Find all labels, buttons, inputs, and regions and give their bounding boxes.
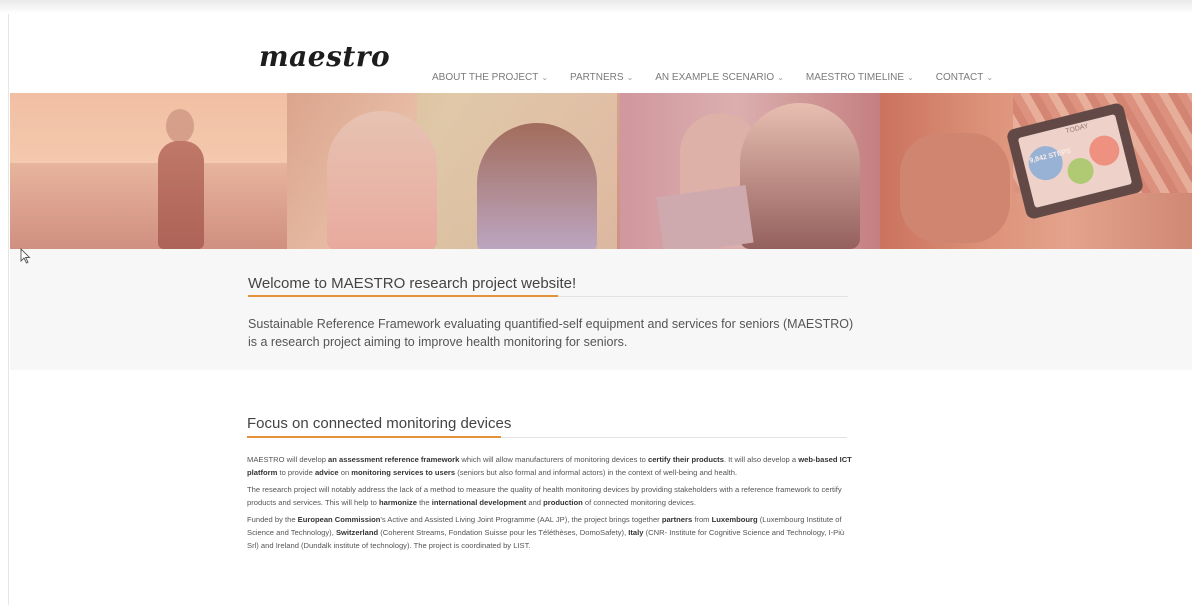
text-run: which will allow manufacturers of monito… xyxy=(459,455,648,464)
nav-label: AN EXAMPLE SCENARIO xyxy=(655,72,775,83)
photo-tint xyxy=(287,93,620,249)
nav-item-about-the-project[interactable]: ABOUT THE PROJECT ⌄ xyxy=(432,72,548,83)
focus-divider xyxy=(247,436,847,438)
welcome-section: Welcome to MAESTRO research project webs… xyxy=(10,249,1192,370)
main-nav: ABOUT THE PROJECT ⌄ PARTNERS ⌄ AN EXAMPLE … xyxy=(432,72,1015,83)
nav-label: PARTNERS xyxy=(570,72,624,83)
mouse-cursor-icon xyxy=(20,248,31,264)
bold-text-run: certify their products xyxy=(647,455,724,464)
browser-top-shadow xyxy=(0,0,1192,14)
nav-label: ABOUT THE PROJECT xyxy=(432,72,539,83)
text-run: (Coherent Streams, Fondation Suisse pour… xyxy=(378,527,629,537)
nav-item-example-scenario[interactable]: AN EXAMPLE SCENARIO ⌄ xyxy=(655,72,784,83)
bold-text-run: an assessment reference framework xyxy=(328,455,460,464)
chevron-down-icon: ⌄ xyxy=(626,73,634,82)
focus-paragraph-2: The research project will notably addres… xyxy=(247,484,857,509)
photo-tint xyxy=(880,93,1192,249)
text-run: the xyxy=(416,497,432,507)
welcome-title: Welcome to MAESTRO research project webs… xyxy=(248,275,577,292)
bold-text-run: Switzerland xyxy=(335,527,379,537)
bold-text-run: Luxembourg xyxy=(711,515,758,525)
chevron-down-icon: ⌄ xyxy=(907,73,914,82)
bold-text-run: international development xyxy=(431,497,527,507)
banner-photo-tablet-app: TODAY 9,842 STEPS xyxy=(880,93,1192,249)
text-run: 's Active and Assisted Living Joint Prog… xyxy=(380,515,662,525)
bold-text-run: advice xyxy=(314,467,339,477)
focus-paragraph-1: MAESTRO will develop an assessment refer… xyxy=(247,454,857,479)
bold-text-run: production xyxy=(543,497,583,507)
divider-accent xyxy=(248,295,558,297)
text-run: Funded by the xyxy=(247,515,298,525)
focus-body: MAESTRO will develop an assessment refer… xyxy=(247,454,857,557)
text-run: of connected monitoring devices. xyxy=(582,497,696,507)
welcome-text: Sustainable Reference Framework evaluati… xyxy=(248,317,854,349)
text-run: from xyxy=(692,515,712,525)
site-logo[interactable]: maestro xyxy=(259,40,390,73)
banner-photo-nurse-senior xyxy=(287,93,620,249)
bold-text-run: Italy xyxy=(628,527,644,537)
nav-label: MAESTRO TIMELINE xyxy=(805,72,905,83)
bold-text-run: monitoring services to users xyxy=(351,467,456,477)
banner-photo-senior-couple xyxy=(620,93,880,249)
text-run: to provide xyxy=(277,467,315,477)
banner-photo-woman-sea xyxy=(10,93,287,249)
welcome-divider xyxy=(248,295,848,297)
focus-title: Focus on connected monitoring devices xyxy=(247,415,512,432)
text-run: and xyxy=(526,497,544,507)
photo-tint xyxy=(620,93,880,249)
nav-item-partners[interactable]: PARTNERS ⌄ xyxy=(570,72,633,83)
photo-tint xyxy=(10,93,287,249)
chevron-down-icon: ⌄ xyxy=(541,73,549,82)
chevron-down-icon: ⌄ xyxy=(777,73,784,82)
chevron-down-icon: ⌄ xyxy=(986,73,994,82)
hero-banner: TODAY 9,842 STEPS xyxy=(10,93,1192,249)
text-run: . It will also develop a xyxy=(723,455,799,464)
page-container: maestro ABOUT THE PROJECT ⌄ PARTNERS ⌄ AN … xyxy=(8,14,1192,605)
text-run: on xyxy=(338,467,352,477)
bold-text-run: European Commission xyxy=(297,515,381,525)
focus-paragraph-3: Funded by the European Commission's Acti… xyxy=(247,514,857,552)
text-run: MAESTRO will develop xyxy=(247,455,329,464)
bold-text-run: harmonize xyxy=(378,497,417,507)
text-run: (seniors but also formal and informal ac… xyxy=(455,467,738,477)
nav-label: CONTACT xyxy=(935,72,984,83)
divider-accent xyxy=(247,436,501,438)
nav-item-contact[interactable]: CONTACT ⌄ xyxy=(936,72,993,83)
nav-item-maestro-timeline[interactable]: MAESTRO TIMELINE ⌄ xyxy=(806,72,914,83)
bold-text-run: partners xyxy=(661,515,693,525)
